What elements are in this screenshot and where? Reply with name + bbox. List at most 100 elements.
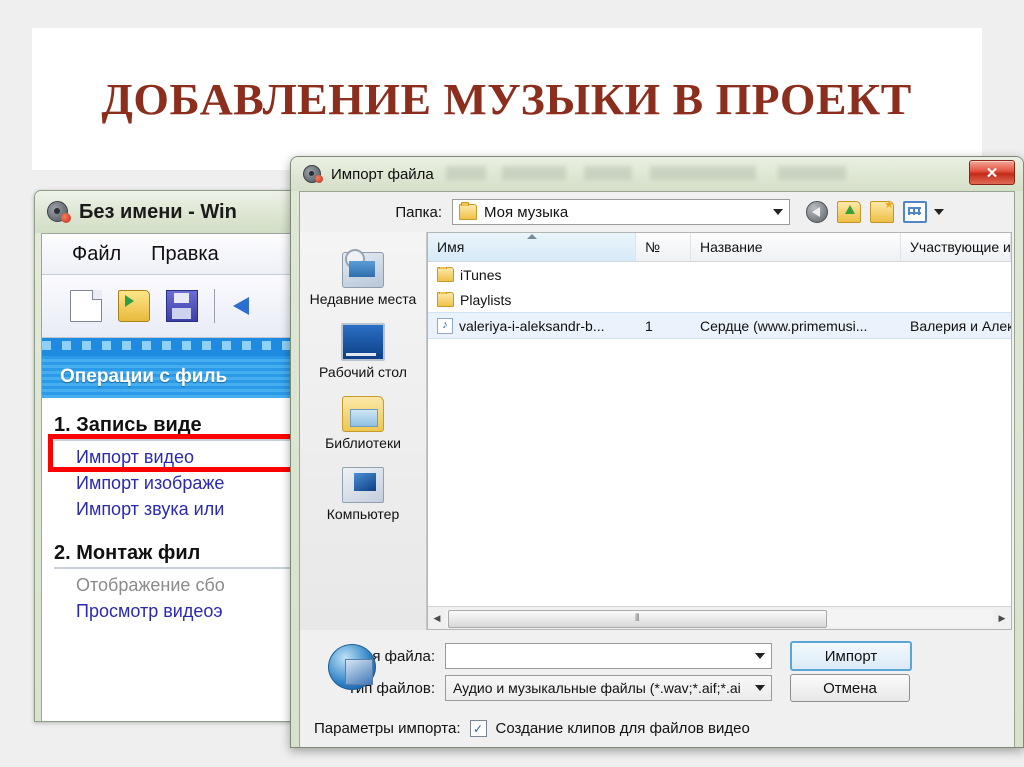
folder-combobox[interactable]: Моя музыка [452, 199, 790, 225]
divider [54, 439, 290, 441]
views-icon[interactable] [903, 201, 927, 223]
column-label: Название [700, 239, 763, 255]
column-label: № [645, 239, 661, 255]
computer-icon [342, 467, 384, 504]
scroll-left-icon[interactable]: ◀ [428, 608, 446, 628]
chevron-down-icon[interactable] [755, 653, 765, 659]
chevron-down-icon[interactable] [934, 209, 944, 215]
task-pane: 1. Запись виде Импорт видео Импорт изобр… [42, 398, 298, 721]
cell-title: Сердце (www.primemusi... [700, 317, 868, 334]
toolbar-separator [214, 289, 215, 323]
filename-input[interactable] [445, 643, 772, 669]
column-label: Имя [437, 239, 465, 255]
file-list: Имя № Название Участвующие и iTunes Play… [427, 232, 1012, 630]
table-row[interactable]: ♪ valeriya-i-aleksandr-b... 1 Сердце (ww… [428, 312, 1011, 339]
place-label: Рабочий стол [319, 364, 407, 381]
movie-maker-body: Файл Правка Операции с филь 1. Запись ви… [41, 233, 299, 721]
save-project-icon[interactable] [166, 290, 198, 322]
horizontal-scrollbar[interactable]: ◀ ⦀ ▶ [428, 606, 1011, 629]
new-project-icon[interactable] [70, 290, 102, 322]
undo-icon[interactable] [231, 291, 261, 321]
create-clips-checkbox[interactable]: ✓ [469, 720, 487, 737]
place-libraries[interactable]: Библиотеки [307, 390, 419, 457]
presentation-slide: ДОБАВЛЕНИЕ МУЗЫКИ В ПРОЕКТ Без имени - W… [18, 14, 1024, 752]
navigation-icons [806, 198, 944, 223]
dialog-bottom: Имя файла: Импорт Тип файлов: Аудио и му… [300, 630, 1014, 737]
folder-label: Папка: [395, 203, 442, 221]
import-options-label: Параметры импорта: [314, 720, 461, 737]
movie-maker-toolbar [42, 275, 298, 338]
column-header-name[interactable]: Имя [428, 233, 636, 261]
create-clips-label: Создание клипов для файлов видео [495, 720, 750, 737]
scrollbar-track[interactable]: ⦀ [446, 609, 993, 628]
recent-places-icon [342, 249, 384, 288]
folder-icon [437, 291, 454, 307]
file-list-rows: iTunes Playlists ♪ valeriya-i-aleksandr-… [428, 262, 1011, 606]
cancel-button[interactable]: Отмена [790, 674, 910, 702]
task-link-import-images[interactable]: Импорт изображе [76, 473, 298, 494]
place-recent[interactable]: Недавние места [307, 246, 419, 313]
dialog-main: Недавние места Рабочий стол Библиотеки К… [300, 232, 1014, 630]
place-desktop[interactable]: Рабочий стол [307, 317, 419, 386]
desktop-icon [341, 323, 385, 362]
open-project-icon[interactable] [118, 290, 150, 322]
chevron-down-icon[interactable] [755, 685, 765, 691]
cell-name: Playlists [428, 291, 636, 308]
task-link-import-audio[interactable]: Импорт звука или [76, 499, 298, 520]
film-reel-icon [303, 165, 323, 183]
filetype-row: Тип файлов: Аудио и музыкальные файлы (*… [300, 672, 1004, 704]
import-options-row: Параметры импорта: ✓ Создание клипов для… [300, 704, 1004, 737]
task-link-show-collections[interactable]: Отображение сбо [76, 575, 298, 596]
scroll-right-icon[interactable]: ▶ [993, 608, 1011, 628]
movie-maker-titlebar: Без имени - Win [35, 191, 305, 233]
column-label: Участвующие и [910, 239, 1011, 255]
menu-item-edit[interactable]: Правка [151, 243, 219, 266]
back-icon[interactable] [806, 201, 828, 223]
column-header-number[interactable]: № [636, 233, 691, 261]
place-computer[interactable]: Компьютер [307, 461, 419, 528]
place-label: Компьютер [326, 506, 400, 523]
scrollbar-thumb[interactable]: ⦀ [448, 610, 828, 628]
folder-icon [437, 266, 454, 282]
cell-artists: Валерия и Алек [910, 317, 1011, 334]
import-file-dialog: Импорт файла ✕ Папка: Моя музыка ★ Недав… [290, 156, 1024, 748]
dialog-inner: Папка: Моя музыка ★ Недавние места Рабоч… [299, 191, 1015, 747]
background-menu-blurred [446, 166, 943, 180]
dialog-titlebar: Импорт файла ✕ [291, 157, 1023, 191]
places-sidebar: Недавние места Рабочий стол Библиотеки К… [300, 232, 427, 630]
task-section-heading-2: 2. Монтаж фил [54, 542, 201, 564]
chevron-down-icon[interactable] [773, 209, 783, 215]
menu-item-file[interactable]: Файл [72, 243, 121, 266]
new-folder-icon[interactable] [870, 198, 894, 223]
file-list-header: Имя № Название Участвующие и [428, 233, 1011, 262]
filetype-select[interactable]: Аудио и музыкальные файлы (*.wav;*.aif;*… [445, 675, 772, 701]
task-link-view-video-effects[interactable]: Просмотр видеоэ [76, 601, 298, 622]
movie-maker-title: Без имени - Win [79, 200, 237, 223]
up-folder-icon[interactable] [837, 201, 861, 223]
task-pane-title: Операции с филь [60, 366, 228, 387]
table-row[interactable]: iTunes [428, 262, 1011, 287]
movie-maker-window: Без имени - Win Файл Правка Операции с ф… [34, 190, 306, 722]
cell-name: iTunes [428, 266, 636, 283]
close-icon[interactable]: ✕ [969, 160, 1015, 185]
film-strip-decoration [42, 338, 298, 356]
film-reel-icon [47, 201, 71, 223]
page-title: ДОБАВЛЕНИЕ МУЗЫКИ В ПРОЕКТ [101, 74, 913, 124]
task-section-heading-1: 1. Запись виде [54, 414, 202, 436]
folder-value: Моя музыка [484, 203, 569, 221]
table-row[interactable]: Playlists [428, 287, 1011, 312]
task-link-import-video[interactable]: Импорт видео [76, 447, 298, 468]
file-name: Playlists [460, 291, 512, 308]
column-header-title[interactable]: Название [691, 233, 901, 261]
audio-file-icon: ♪ [437, 317, 453, 334]
divider [54, 567, 290, 569]
folder-row: Папка: Моя музыка [300, 192, 1014, 232]
slide-title-box: ДОБАВЛЕНИЕ МУЗЫКИ В ПРОЕКТ [32, 28, 982, 170]
place-label: Недавние места [309, 291, 417, 307]
scrollbar-grip: ⦀ [635, 613, 641, 624]
network-globe-icon [328, 644, 376, 690]
file-name: valeriya-i-aleksandr-b... [459, 317, 605, 334]
column-header-artists[interactable]: Участвующие и [901, 233, 1011, 261]
sort-ascending-icon [526, 234, 537, 239]
import-button[interactable]: Импорт [790, 641, 912, 671]
